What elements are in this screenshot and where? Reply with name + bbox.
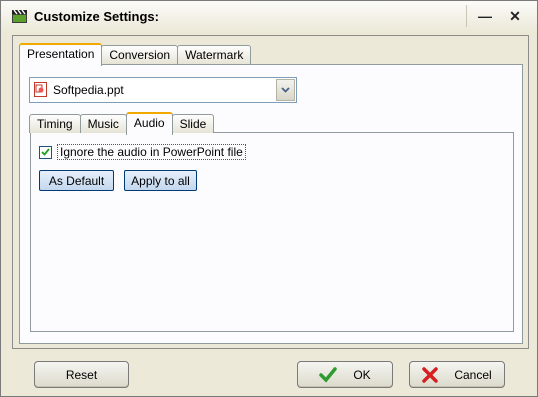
settings-panel: Presentation Conversion Watermark Softpe… xyxy=(12,35,529,349)
tab-watermark[interactable]: Watermark xyxy=(177,45,252,64)
tab-timing[interactable]: Timing xyxy=(29,114,81,133)
checkmark-icon xyxy=(319,366,338,383)
title-separator xyxy=(466,5,467,27)
clapperboard-icon xyxy=(12,9,27,23)
checkmark-icon xyxy=(41,148,50,156)
reset-label: Reset xyxy=(65,367,98,382)
tab-slide[interactable]: Slide xyxy=(171,114,215,133)
file-select[interactable]: Softpedia.ppt xyxy=(29,77,297,103)
tab-audio[interactable]: Audio xyxy=(125,112,173,135)
powerpoint-file-icon xyxy=(34,82,47,97)
window-title: Customize Settings: xyxy=(34,9,159,24)
apply-to-all-button[interactable]: Apply to all xyxy=(124,170,197,191)
ignore-audio-checkbox[interactable] xyxy=(39,145,52,159)
cancel-label: Cancel xyxy=(454,367,492,382)
close-button[interactable]: ✕ xyxy=(501,5,529,27)
reset-button[interactable]: Reset xyxy=(34,361,129,388)
cancel-button[interactable]: Cancel xyxy=(409,361,505,388)
inner-tab-strip: Timing Music Audio Slide xyxy=(29,112,215,135)
tab-presentation[interactable]: Presentation xyxy=(19,43,103,66)
minimize-button[interactable]: — xyxy=(471,5,499,27)
cancel-x-icon xyxy=(422,366,439,383)
close-icon: ✕ xyxy=(509,7,521,24)
ok-button[interactable]: OK xyxy=(297,361,393,388)
ok-label: OK xyxy=(353,367,371,382)
as-default-button[interactable]: As Default xyxy=(39,170,114,191)
title-bar[interactable]: Customize Settings: — ✕ xyxy=(1,1,537,32)
customize-settings-window: Customize Settings: — ✕ Presentation Con… xyxy=(0,0,538,397)
file-select-value: Softpedia.ppt xyxy=(53,83,124,97)
presentation-page: Softpedia.ppt Ignore the audio in PowerP… xyxy=(19,64,523,344)
tab-music[interactable]: Music xyxy=(79,114,127,133)
tab-conversion[interactable]: Conversion xyxy=(101,45,179,64)
audio-page: Ignore the audio in PowerPoint file As D… xyxy=(30,132,514,332)
dropdown-button[interactable] xyxy=(276,79,295,101)
ignore-audio-option[interactable]: Ignore the audio in PowerPoint file xyxy=(39,144,246,160)
apply-to-all-label: Apply to all xyxy=(131,173,190,188)
ignore-audio-label: Ignore the audio in PowerPoint file xyxy=(57,144,246,160)
minimize-icon: — xyxy=(478,8,492,24)
chevron-down-icon xyxy=(281,87,290,93)
as-default-label: As Default xyxy=(48,173,105,188)
top-tab-strip: Presentation Conversion Watermark xyxy=(19,43,252,66)
